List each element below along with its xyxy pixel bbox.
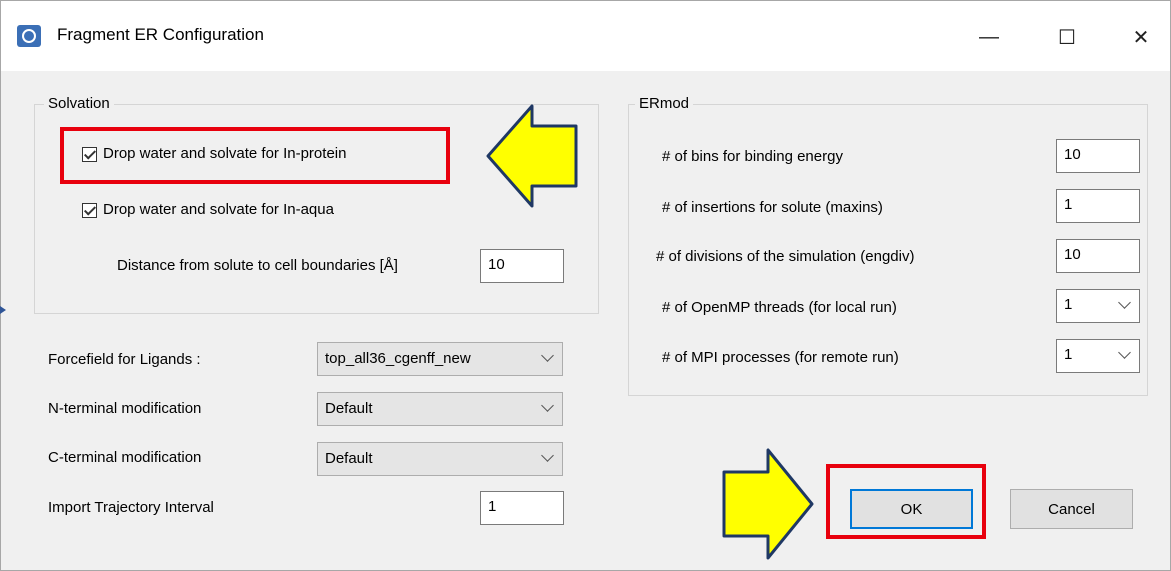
annotation-arrows (0, 104, 814, 560)
left-arrow-icon (486, 104, 578, 208)
edge-marker-icon (0, 306, 6, 314)
right-arrow-icon (722, 448, 814, 560)
